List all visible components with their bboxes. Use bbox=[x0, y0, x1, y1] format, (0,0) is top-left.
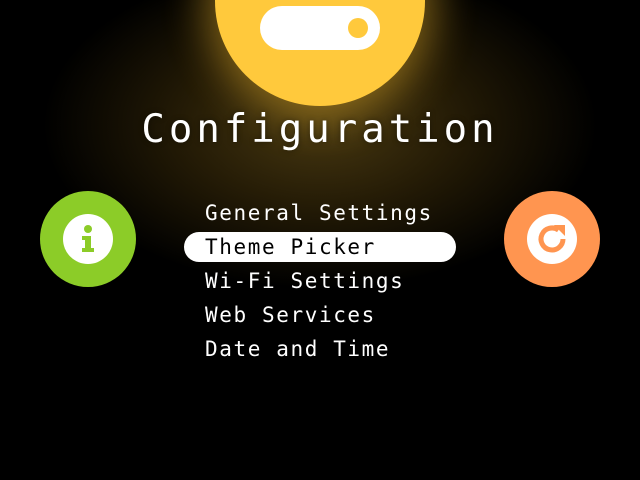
settings-menu: General Settings Theme Picker Wi-Fi Sett… bbox=[184, 198, 456, 368]
menu-item-date-and-time[interactable]: Date and Time bbox=[184, 334, 456, 364]
header-badge bbox=[215, 0, 425, 106]
toggle-switch-icon bbox=[260, 6, 380, 50]
menu-item-theme-picker[interactable]: Theme Picker bbox=[184, 232, 456, 262]
refresh-button[interactable] bbox=[504, 191, 600, 287]
refresh-icon-circle bbox=[527, 214, 577, 264]
toggle-knob bbox=[348, 18, 368, 38]
info-icon-circle bbox=[63, 214, 113, 264]
info-button[interactable] bbox=[40, 191, 136, 287]
page-title: Configuration bbox=[141, 107, 499, 152]
menu-item-general-settings[interactable]: General Settings bbox=[184, 198, 456, 228]
menu-item-wifi-settings[interactable]: Wi-Fi Settings bbox=[184, 266, 456, 296]
menu-item-web-services[interactable]: Web Services bbox=[184, 300, 456, 330]
info-icon bbox=[82, 225, 94, 252]
refresh-icon bbox=[538, 225, 566, 253]
